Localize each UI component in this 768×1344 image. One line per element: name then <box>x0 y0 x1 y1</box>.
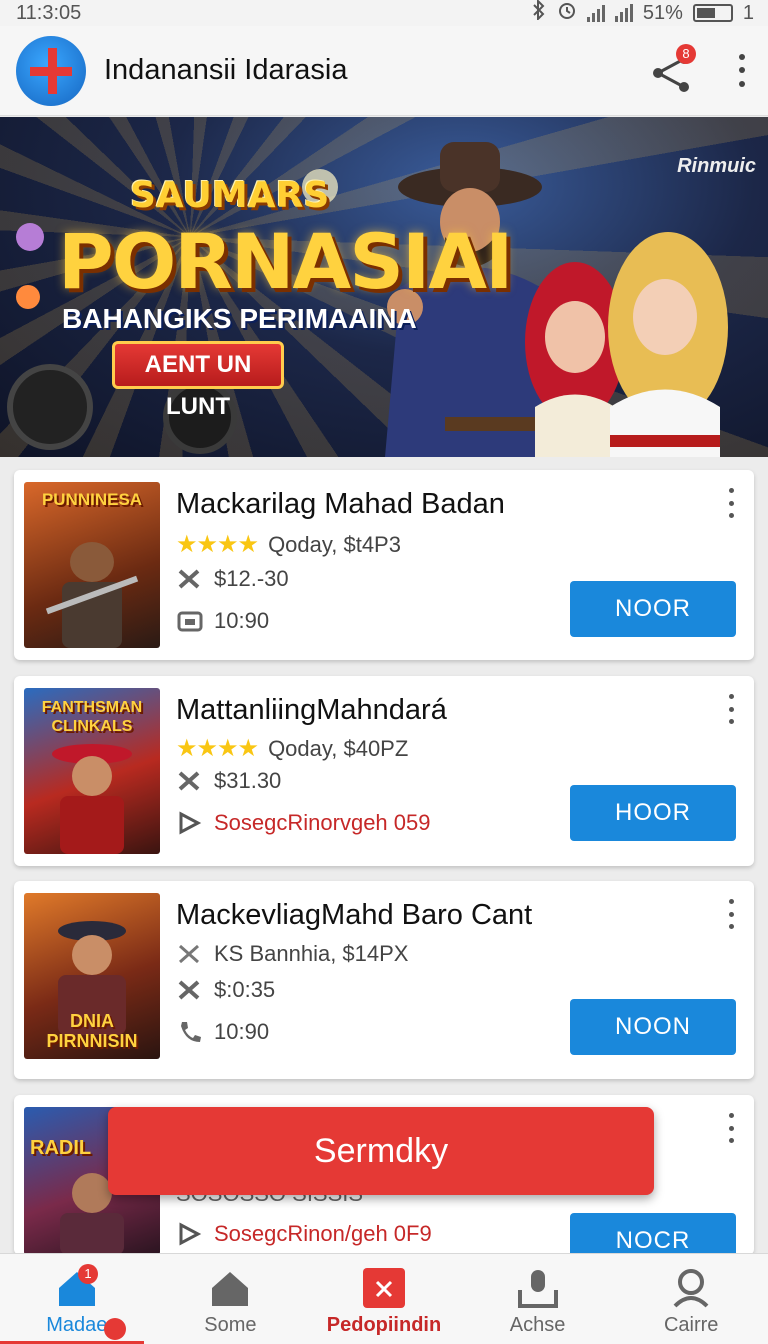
game-detail: SosegcRinon/geh 0F9 <box>214 1221 432 1246</box>
game-meta: Qoday, $40PZ <box>268 735 409 761</box>
status-bar: 11:3:05 51% 1 <box>0 0 768 26</box>
game-thumbnail[interactable]: DNIA PIRNNISIN <box>24 893 160 1059</box>
card-menu-button[interactable] <box>726 488 736 518</box>
nav-item-madae[interactable]: 1 Madae <box>0 1254 154 1344</box>
share-badge: 8 <box>676 43 696 64</box>
banner-corner-logo: Rinmuic <box>677 155 756 177</box>
game-thumbnail[interactable]: FANTHSMAN CLINKALS <box>24 688 160 854</box>
price-row: $12.-30 <box>176 566 289 592</box>
nav-label: Cairre <box>663 1314 719 1336</box>
promo-banner[interactable]: SAUMARS PORNASIAI BAHANGIKS PERIMAAINA A… <box>0 117 768 457</box>
meta-row: KS Bannhia, $14PX <box>176 941 408 967</box>
game-price: $:0:35 <box>214 977 276 1002</box>
detail-row: SosegcRinorvgeh 059 <box>176 810 430 836</box>
play-icon <box>179 1222 202 1246</box>
rating-row: ★★★★ Qoday, $t4P3 <box>176 530 401 559</box>
card-action-button[interactable]: NOON <box>570 999 736 1055</box>
banner-cta-button[interactable]: AENT UN LUNT <box>112 341 284 420</box>
wifi-signal-icon <box>586 4 605 22</box>
game-meta: KS Bannhia, $14PX <box>214 941 409 966</box>
game-card[interactable]: FANTHSMAN CLINKALS MattanliingMahndará ★… <box>14 676 754 866</box>
game-title: Mackarilag Mahad Badan <box>176 488 505 520</box>
nav-item-some[interactable]: Some <box>154 1254 308 1344</box>
nav-badge: 1 <box>78 1264 98 1284</box>
calendar-icon <box>177 611 203 632</box>
app-logo[interactable] <box>16 35 86 106</box>
game-card[interactable]: DNIA PIRNNISIN MackevliagMahd Baro Cant … <box>14 881 754 1079</box>
game-detail: 10:90 <box>214 608 270 633</box>
home-outline-icon <box>212 1272 249 1306</box>
tools-icon <box>178 980 200 1000</box>
game-detail: 10:90 <box>214 1019 270 1044</box>
bluetooth-icon <box>531 0 547 26</box>
phone-icon <box>181 1022 201 1042</box>
card-menu-button[interactable] <box>726 1113 736 1143</box>
nav-label: Some <box>204 1314 257 1336</box>
card-menu-button[interactable] <box>726 899 736 929</box>
nav-dot-icon <box>104 1318 126 1340</box>
game-thumbnail[interactable]: PUNNINESA <box>24 482 160 648</box>
tools-icon <box>178 569 200 589</box>
close-x-icon <box>179 944 199 964</box>
game-title: MattanliingMahndará <box>176 694 447 726</box>
play-icon <box>179 811 202 835</box>
thumbnail-label: FANTHSMAN CLINKALS <box>41 699 143 735</box>
banner-top-text: SAUMARS <box>130 175 330 216</box>
cell-signal-icon <box>614 4 633 22</box>
status-extra: 1 <box>742 1 754 24</box>
price-row: $:0:35 <box>176 977 275 1003</box>
app-bar: Indanansii Idarasia 8 <box>0 26 768 116</box>
search-icon <box>673 1269 709 1308</box>
game-title: MackevliagMahd Baro Cant <box>176 899 533 931</box>
nav-label: Pedopiindin <box>326 1314 442 1336</box>
battery-percent: 51% <box>642 1 683 24</box>
alarm-icon <box>557 0 577 26</box>
bottom-navigation: 1 Madae Some Pedopiindin Achse Cairre <box>0 1253 768 1344</box>
close-box-icon <box>362 1268 405 1308</box>
card-action-button[interactable]: HOOR <box>570 785 736 841</box>
toast-message[interactable]: Sermdky <box>108 1107 654 1195</box>
tools-icon <box>178 771 200 791</box>
card-action-button[interactable]: NOOR <box>570 581 736 637</box>
banner-subtitle: BAHANGIKS PERIMAAINA <box>62 303 417 334</box>
status-time: 11:3:05 <box>16 1 82 24</box>
banner-title: PORNASIAI <box>58 217 513 306</box>
battery-icon <box>692 4 733 22</box>
nav-item-cairre[interactable]: Cairre <box>614 1254 768 1344</box>
thumbnail-label: DNIA PIRNNISIN <box>46 1011 138 1051</box>
price-row: $31.30 <box>176 768 281 794</box>
overflow-menu-button[interactable] <box>732 51 752 91</box>
nav-label: Achse <box>509 1314 566 1336</box>
game-price: $31.30 <box>214 768 282 793</box>
detail-row: 10:90 <box>176 1019 269 1045</box>
thumbnail-label: PUNNINESA <box>41 490 143 509</box>
star-rating: ★★★★ <box>176 735 259 762</box>
card-menu-button[interactable] <box>726 694 736 724</box>
status-icons: 51% 1 <box>531 0 754 26</box>
nav-item-achse[interactable]: Achse <box>461 1254 615 1344</box>
detail-row: SosegcRinon/geh 0F9 <box>176 1221 432 1247</box>
detail-row: 10:90 <box>176 608 269 634</box>
game-meta: Qoday, $t4P3 <box>268 531 401 557</box>
rating-row: ★★★★ Qoday, $40PZ <box>176 734 408 763</box>
game-price: $12.-30 <box>214 566 289 591</box>
nav-item-pedopiindin[interactable]: Pedopiindin <box>307 1254 461 1344</box>
star-rating: ★★★★ <box>176 531 259 558</box>
game-card[interactable]: PUNNINESA Mackarilag Mahad Badan ★★★★ Qo… <box>14 470 754 660</box>
person-upload-icon <box>517 1270 558 1308</box>
more-vert-icon <box>739 54 745 61</box>
app-title: Indanansii Idarasia <box>104 54 348 86</box>
share-button[interactable]: 8 <box>648 43 698 96</box>
nav-label: Madae <box>46 1314 108 1336</box>
game-detail: SosegcRinorvgeh 059 <box>214 810 431 835</box>
